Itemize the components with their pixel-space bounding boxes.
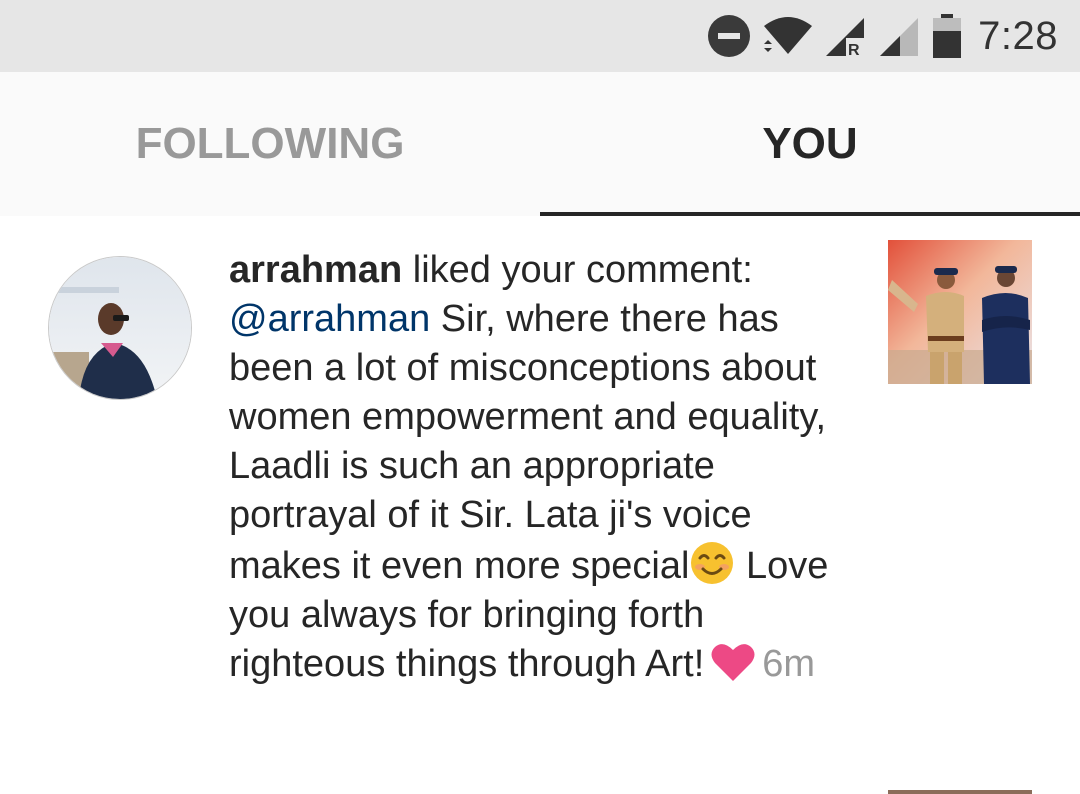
notification-action: liked your comment: [402, 249, 753, 291]
status-bar: R 7:28 [0, 0, 1080, 72]
tab-bar: FOLLOWING YOU [0, 72, 1080, 216]
next-post-thumbnail-edge [888, 790, 1032, 794]
status-icons: R 7:28 [706, 10, 1058, 62]
username-link[interactable]: arrahman [229, 249, 402, 291]
avatar[interactable] [48, 256, 192, 400]
post-thumbnail[interactable] [888, 240, 1032, 384]
signal-roaming-icon: R [824, 14, 868, 58]
notification-text: arrahman liked your comment: @arrahman S… [229, 246, 869, 689]
smiling-face-emoji [689, 540, 735, 586]
battery-icon [932, 13, 962, 59]
do-not-disturb-icon [706, 13, 752, 59]
heart-icon [710, 642, 756, 682]
notification-row[interactable]: arrahman liked your comment: @arrahman S… [0, 216, 1080, 794]
signal-icon [878, 14, 922, 58]
timestamp: 6m [762, 643, 816, 685]
roaming-label: R [848, 42, 860, 58]
comment-text-part1: Sir, where there has been a lot of misco… [229, 298, 827, 587]
wifi-icon [762, 14, 814, 58]
mention-link[interactable]: @arrahman [229, 298, 430, 340]
tab-following[interactable]: FOLLOWING [0, 72, 540, 216]
tab-you[interactable]: YOU [540, 72, 1080, 216]
status-clock: 7:28 [978, 13, 1058, 58]
